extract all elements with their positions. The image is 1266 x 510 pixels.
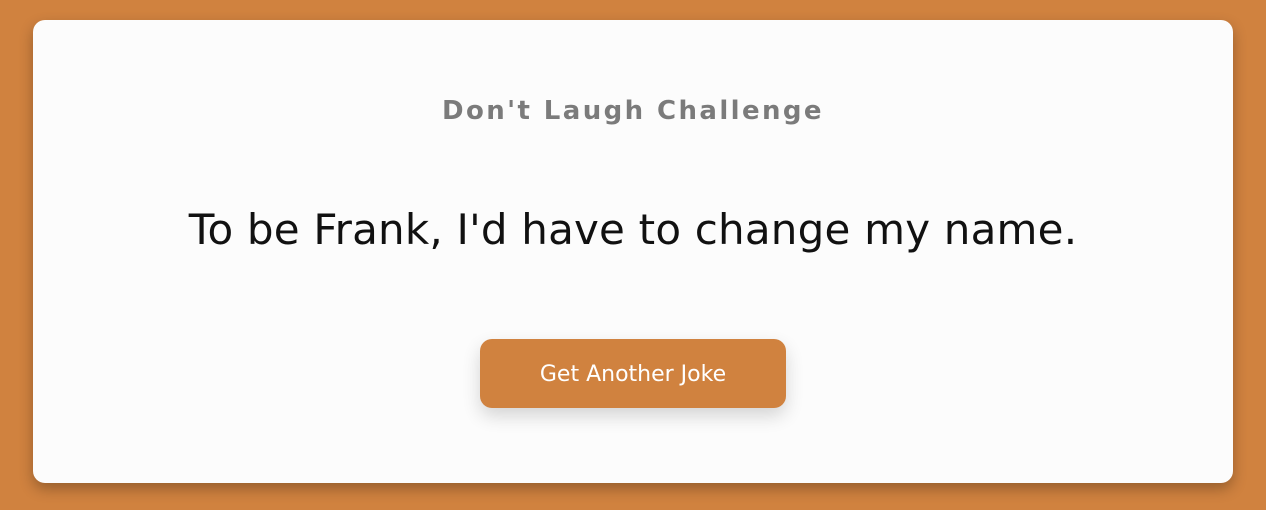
get-another-joke-button[interactable]: Get Another Joke [480,339,786,408]
joke-card: Don't Laugh Challenge To be Frank, I'd h… [33,20,1233,483]
joke-text: To be Frank, I'd have to change my name. [188,205,1078,254]
challenge-title: Don't Laugh Challenge [442,96,824,126]
